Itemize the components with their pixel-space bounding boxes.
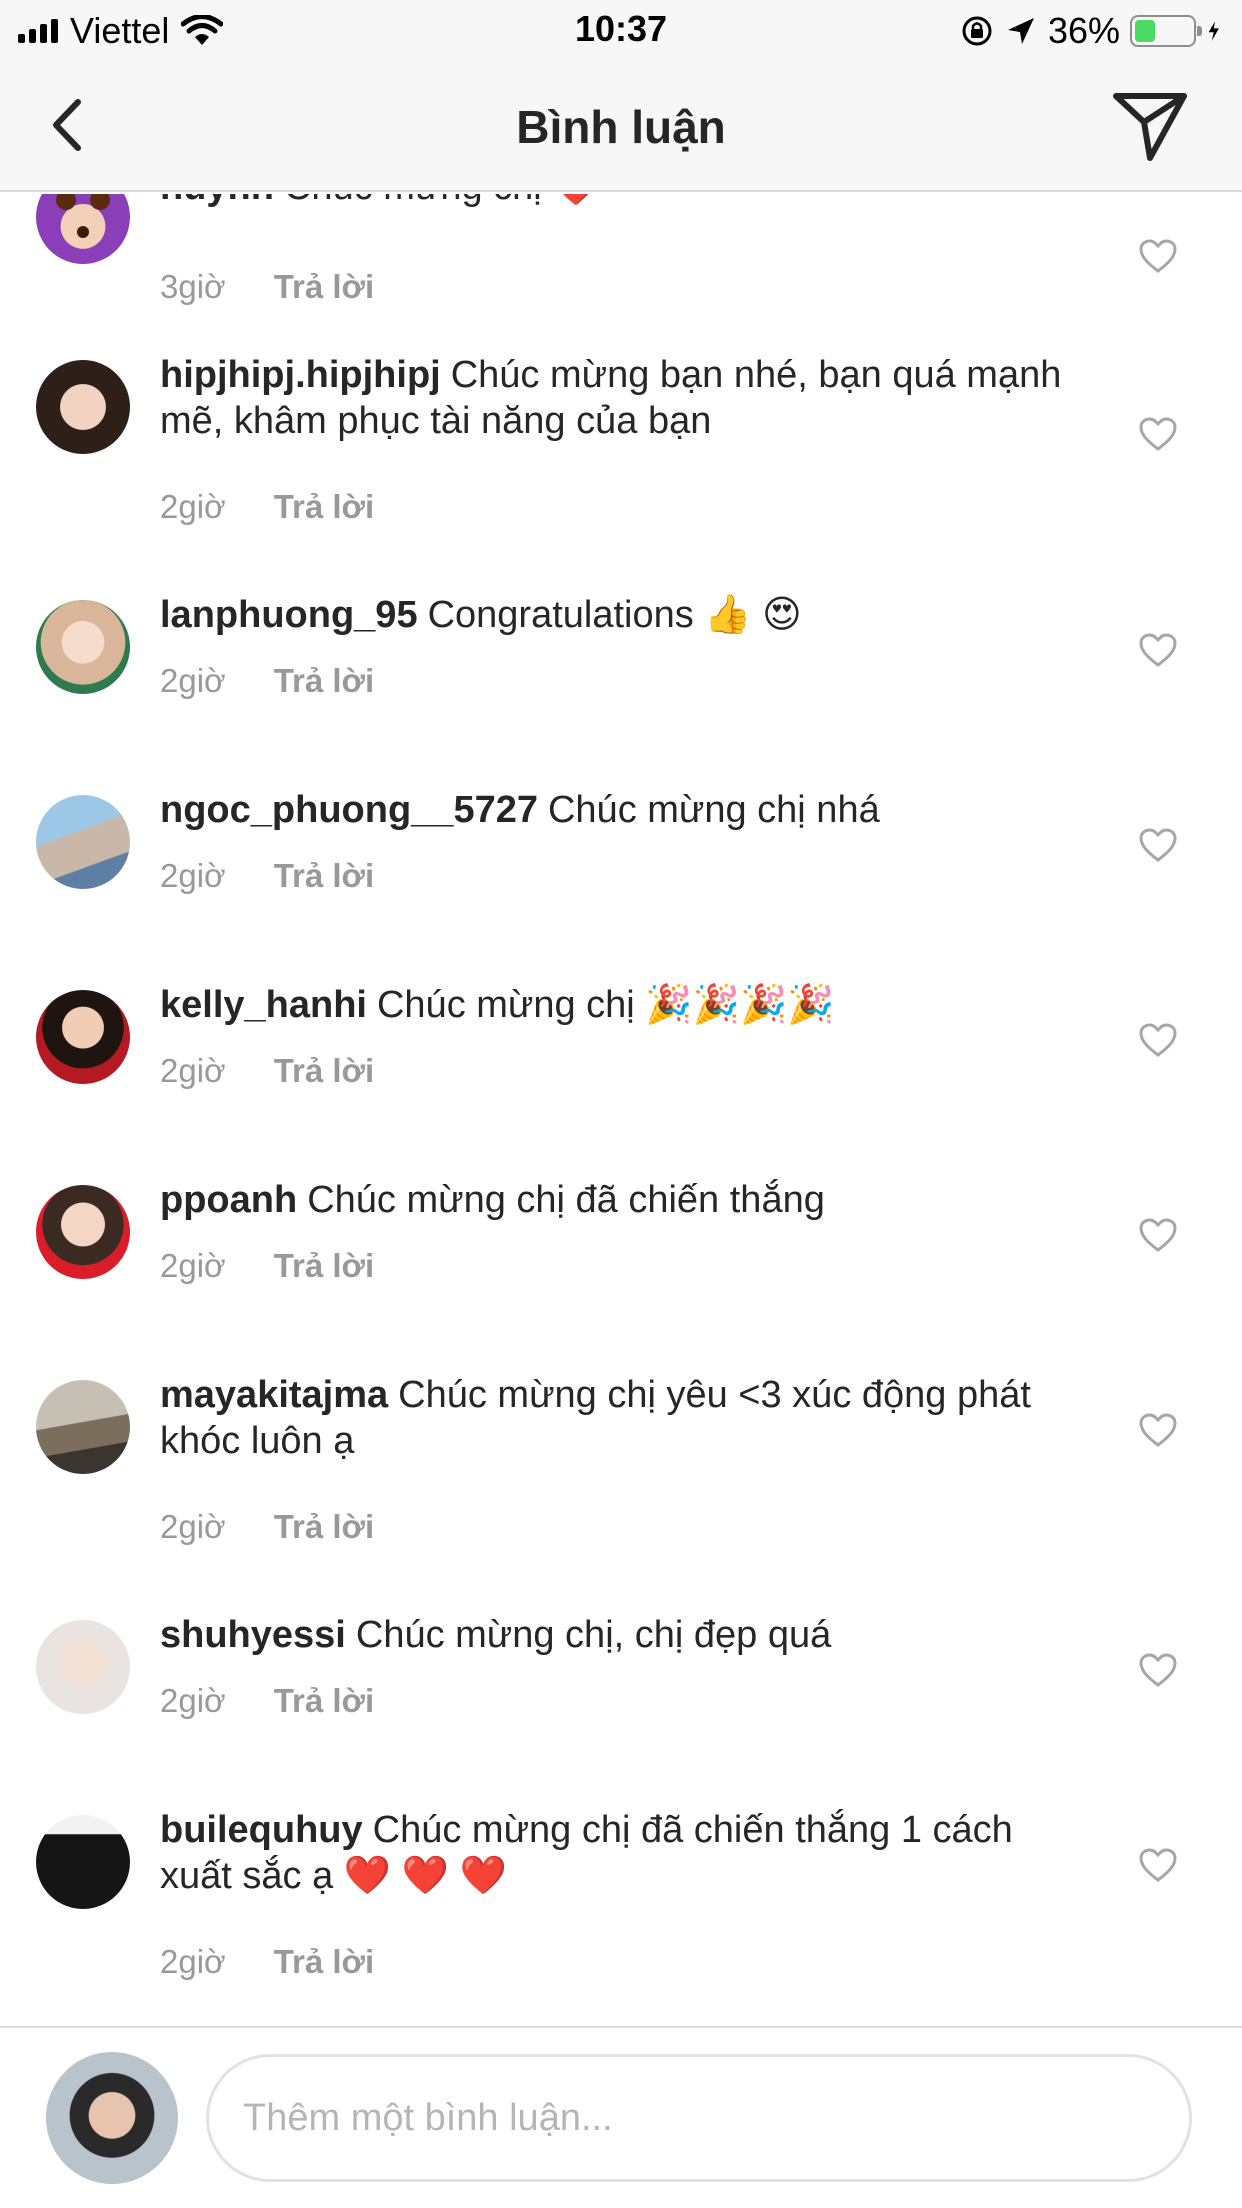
comment-body: Chúc mừng chị — [376, 984, 635, 1026]
avatar[interactable] — [36, 990, 130, 1084]
heart-emoji: ❤️ — [552, 194, 599, 208]
avatar[interactable] — [36, 194, 130, 264]
comment-text: builequhuy Chúc mừng chị đã chiến thắng 1… — [160, 1807, 1080, 1899]
avatar[interactable] — [36, 1185, 130, 1279]
charging-icon — [1208, 21, 1219, 41]
direct-send-icon[interactable] — [1110, 88, 1190, 164]
comment-body: Chúc mừng chị — [284, 194, 542, 208]
comment-body: Congratulations — [427, 594, 694, 636]
comment-list[interactable]: huynh Chúc mừng chị ❤️ 3giờ Trả lời hipjhi… — [0, 194, 1242, 2026]
comment-item: mayakitajma Chúc mừng chị yêu <3 xúc động… — [0, 1374, 1242, 1578]
battery-level — [1135, 20, 1155, 42]
comment-item: shuhyessi Chúc mừng chị, chị đẹp quá 2giờ… — [0, 1614, 1242, 1778]
comment-username[interactable]: hipjhipj.hipjhipj — [160, 354, 441, 396]
comment-username[interactable]: kelly_hanhi — [160, 984, 367, 1026]
comment-composer — [0, 2026, 1242, 2208]
comment-username[interactable]: mayakitajma — [160, 1374, 388, 1416]
heart-outline-icon[interactable] — [1138, 238, 1178, 274]
status-right: 36% — [960, 10, 1228, 52]
comment-meta: 2giờ Trả lời — [160, 1247, 374, 1285]
heart-outline-icon[interactable] — [1138, 1217, 1178, 1253]
comment-meta: 3giờ Trả lời — [160, 268, 374, 306]
comment-body: Chúc mừng chị, chị đẹp quá — [355, 1614, 832, 1656]
battery-percent: 36% — [1047, 10, 1120, 51]
comment-body: Chúc mừng chị nhá — [547, 789, 880, 831]
emoji: 👍 😍 — [704, 594, 802, 636]
comment-time: 2giờ — [160, 1682, 226, 1719]
avatar[interactable] — [36, 1815, 130, 1909]
current-user-avatar — [46, 2052, 178, 2184]
comment-meta: 2giờ Trả lời — [160, 857, 374, 895]
comment-time: 2giờ — [160, 857, 226, 894]
avatar[interactable] — [36, 795, 130, 889]
reply-button[interactable]: Trả lời — [274, 1508, 375, 1545]
page-title: Bình luận — [516, 101, 726, 153]
comment-username[interactable]: huynh — [160, 194, 274, 208]
comment-username[interactable]: ppoanh — [160, 1179, 297, 1221]
reply-button[interactable]: Trả lời — [274, 662, 375, 699]
comment-time: 2giờ — [160, 488, 226, 525]
comment-username[interactable]: lanphuong_95 — [160, 594, 418, 636]
avatar[interactable] — [36, 600, 130, 694]
comment-item: hipjhipj.hipjhipj Chúc mừng bạn nhé, bạn … — [0, 354, 1242, 558]
comment-input[interactable] — [206, 2054, 1192, 2182]
rotation-lock-icon — [962, 16, 992, 46]
reply-button[interactable]: Trả lời — [274, 268, 375, 305]
status-bar: Viettel 10:37 36% — [0, 0, 1242, 62]
comment-meta: 2giờ Trả lời — [160, 488, 374, 526]
comment-username[interactable]: builequhuy — [160, 1809, 363, 1851]
party-popper-emoji: 🎉🎉🎉🎉 — [645, 984, 835, 1026]
comment-item: ngoc_phuong__5727 Chúc mừng chị nhá 2giờ T… — [0, 789, 1242, 953]
comment-item: huynh Chúc mừng chị ❤️ 3giờ Trả lời — [0, 194, 1242, 354]
avatar[interactable] — [36, 1380, 130, 1474]
comment-text: ngoc_phuong__5727 Chúc mừng chị nhá — [160, 787, 1080, 833]
reply-button[interactable]: Trả lời — [274, 488, 375, 525]
comment-meta: 2giờ Trả lời — [160, 1052, 374, 1090]
comment-time: 2giờ — [160, 1052, 226, 1089]
heart-outline-icon[interactable] — [1138, 632, 1178, 668]
heart-outline-icon[interactable] — [1138, 1412, 1178, 1448]
comment-time: 2giờ — [160, 1247, 226, 1284]
comment-item: builequhuy Chúc mừng chị đã chiến thắng 1… — [0, 1809, 1242, 2013]
comment-meta: 2giờ Trả lời — [160, 662, 374, 700]
comment-item: ppoanh Chúc mừng chị đã chiến thắng 2giờ T… — [0, 1179, 1242, 1343]
heart-outline-icon[interactable] — [1138, 1652, 1178, 1688]
reply-button[interactable]: Trả lời — [274, 1943, 375, 1980]
heart-outline-icon[interactable] — [1138, 1022, 1178, 1058]
comment-meta: 2giờ Trả lời — [160, 1682, 374, 1720]
nav-bar: Bình luận — [0, 62, 1242, 192]
comment-meta: 2giờ Trả lời — [160, 1508, 374, 1546]
reply-button[interactable]: Trả lời — [274, 857, 375, 894]
comment-item: lanphuong_95 Congratulations 👍 😍 2giờ Trả … — [0, 594, 1242, 758]
avatar[interactable] — [36, 360, 130, 454]
heart-outline-icon[interactable] — [1138, 416, 1178, 452]
avatar[interactable] — [36, 1620, 130, 1714]
comment-text: ppoanh Chúc mừng chị đã chiến thắng — [160, 1177, 1080, 1223]
comment-time: 2giờ — [160, 662, 226, 699]
comment-text: mayakitajma Chúc mừng chị yêu <3 xúc động… — [160, 1372, 1080, 1464]
heart-emoji: ❤️ ❤️ ❤️ — [343, 1855, 507, 1897]
comment-time: 2giờ — [160, 1943, 226, 1980]
comment-text: huynh Chúc mừng chị ❤️ — [160, 194, 1080, 210]
comment-meta: 2giờ Trả lời — [160, 1943, 374, 1981]
comment-item: kelly_hanhi Chúc mừng chị 🎉🎉🎉🎉 2giờ Trả lờ… — [0, 984, 1242, 1148]
battery-icon — [1130, 15, 1202, 47]
heart-outline-icon[interactable] — [1138, 827, 1178, 863]
comment-text: hipjhipj.hipjhipj Chúc mừng bạn nhé, bạn … — [160, 352, 1080, 444]
heart-outline-icon[interactable] — [1138, 1847, 1178, 1883]
location-icon — [1007, 18, 1034, 44]
comment-text: kelly_hanhi Chúc mừng chị 🎉🎉🎉🎉 — [160, 982, 1080, 1028]
comment-username[interactable]: ngoc_phuong__5727 — [160, 789, 538, 831]
comment-time: 3giờ — [160, 268, 226, 305]
comment-text: shuhyessi Chúc mừng chị, chị đẹp quá — [160, 1612, 1080, 1658]
comment-time: 2giờ — [160, 1508, 226, 1545]
comment-body: Chúc mừng chị đã chiến thắng — [307, 1179, 825, 1221]
comment-username[interactable]: shuhyessi — [160, 1614, 346, 1656]
reply-button[interactable]: Trả lời — [274, 1682, 375, 1719]
reply-button[interactable]: Trả lời — [274, 1052, 375, 1089]
comment-text: lanphuong_95 Congratulations 👍 😍 — [160, 592, 1080, 638]
reply-button[interactable]: Trả lời — [274, 1247, 375, 1284]
